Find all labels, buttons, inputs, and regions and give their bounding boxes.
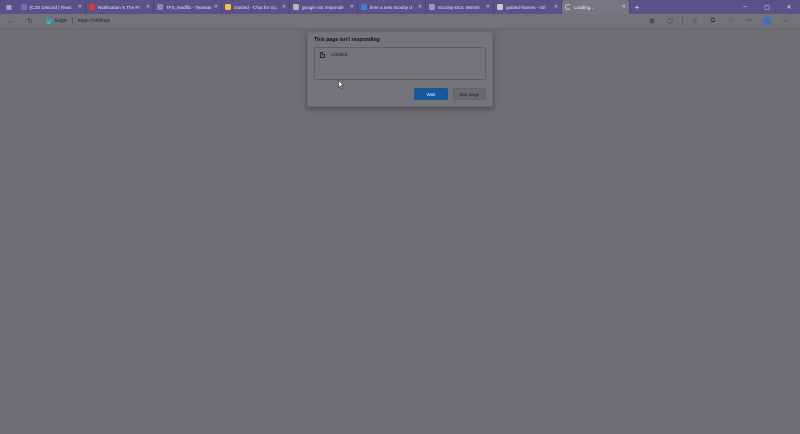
gmail-icon	[89, 4, 95, 10]
wifi-icon[interactable]: ◠	[740, 17, 758, 25]
dialog-title: This page isn't responding	[314, 37, 380, 43]
tab-title: [C3S Discord | Reac	[30, 4, 72, 10]
back-button[interactable]: ←	[6, 16, 16, 26]
close-tab-icon[interactable]: ✕	[282, 4, 286, 10]
more-menu-icon[interactable]: ⋯	[776, 17, 794, 25]
unresponsive-page-name: Untitled	[331, 53, 348, 58]
discord-icon	[21, 4, 27, 10]
mouse-cursor-icon	[338, 80, 344, 89]
wait-button[interactable]: Wait	[414, 88, 448, 100]
tab-title: Loading...	[574, 4, 595, 10]
chat-icon	[225, 4, 231, 10]
page-unresponsive-dialog: This page isn't responding Untitled Wait…	[307, 31, 493, 107]
tab-6[interactable]: time a new scooby d ✕	[358, 0, 426, 14]
edge-icon	[361, 4, 367, 10]
exit-page-button[interactable]: Exit page	[453, 88, 486, 100]
edge-icon	[46, 18, 52, 24]
address-url[interactable]: edge://settings	[78, 18, 111, 24]
refresh-button[interactable]: ↻	[25, 16, 35, 26]
tab-title: Guided - Chat for Gu	[234, 4, 277, 10]
address-brand: Edge	[55, 18, 67, 24]
page-icon	[157, 4, 163, 10]
tab-title: google not respondir	[302, 4, 344, 10]
maximize-icon[interactable]: ▢	[756, 0, 778, 14]
search-icon	[293, 4, 299, 10]
tab-active[interactable]: Loading... ✕	[562, 0, 630, 14]
close-tab-icon[interactable]: ✕	[146, 4, 150, 10]
close-tab-icon[interactable]: ✕	[486, 4, 490, 10]
close-window-icon[interactable]: ✕	[778, 0, 800, 14]
extensions-icon[interactable]: ⬡	[661, 17, 679, 25]
tab-3[interactable]: TFS_Radlfix - Teamus ✕	[154, 0, 222, 14]
browser-essentials-icon[interactable]: ♡	[722, 17, 740, 25]
tab-actions-icon[interactable]: ▦	[0, 0, 18, 14]
address-divider	[71, 17, 73, 25]
tab-1[interactable]: [C3S Discord | Reac ✕	[18, 0, 86, 14]
unresponsive-page-list: Untitled	[314, 47, 486, 80]
address-bar[interactable]: Edge edge://settings	[46, 16, 110, 27]
new-tab-button[interactable]: +	[630, 0, 644, 14]
browser-toolbar: ← ↻ Edge edge://settings ⊞ ⬡ ☆ ⧉ ♡ ◠ ⋯	[0, 14, 800, 29]
window-controls: ─ ▢ ✕	[734, 0, 800, 14]
tab-title: guided-frames - Gri	[506, 4, 546, 10]
tab-8[interactable]: guided-frames - Gri ✕	[494, 0, 562, 14]
app-available-icon[interactable]: ⊞	[643, 17, 661, 25]
close-tab-icon[interactable]: ✕	[214, 4, 218, 10]
dialog-buttons: Wait Exit page	[414, 88, 486, 100]
close-tab-icon[interactable]: ✕	[78, 4, 82, 10]
close-tab-icon[interactable]: ✕	[622, 4, 626, 10]
toolbar-divider	[682, 17, 683, 25]
favorites-icon[interactable]: ☆	[686, 17, 704, 25]
tab-5[interactable]: google not respondir ✕	[290, 0, 358, 14]
collections-icon[interactable]: ⧉	[704, 17, 722, 25]
github-icon	[497, 4, 503, 10]
profile-avatar[interactable]	[758, 17, 776, 25]
tab-title: Scooby-Doo: Mmmh	[438, 4, 480, 10]
tab-title: time a new scooby d	[370, 4, 412, 10]
page-icon	[429, 4, 435, 10]
tab-strip: ▦ [C3S Discord | Reac ✕ Notification X T…	[0, 0, 800, 14]
minimize-icon[interactable]: ─	[734, 0, 756, 14]
close-tab-icon[interactable]: ✕	[554, 4, 558, 10]
document-icon	[320, 52, 325, 58]
toolbar-actions: ⊞ ⬡ ☆ ⧉ ♡ ◠ ⋯	[643, 17, 794, 25]
tab-7[interactable]: Scooby-Doo: Mmmh ✕	[426, 0, 494, 14]
loading-icon	[565, 4, 571, 10]
tab-title: TFS_Radlfix - Teamus	[166, 4, 212, 10]
tab-4[interactable]: Guided - Chat for Gu ✕	[222, 0, 290, 14]
close-tab-icon[interactable]: ✕	[418, 4, 422, 10]
close-tab-icon[interactable]: ✕	[350, 4, 354, 10]
tab-2[interactable]: Notification X The Fr ✕	[86, 0, 154, 14]
tab-title: Notification X The Fr	[98, 4, 140, 10]
